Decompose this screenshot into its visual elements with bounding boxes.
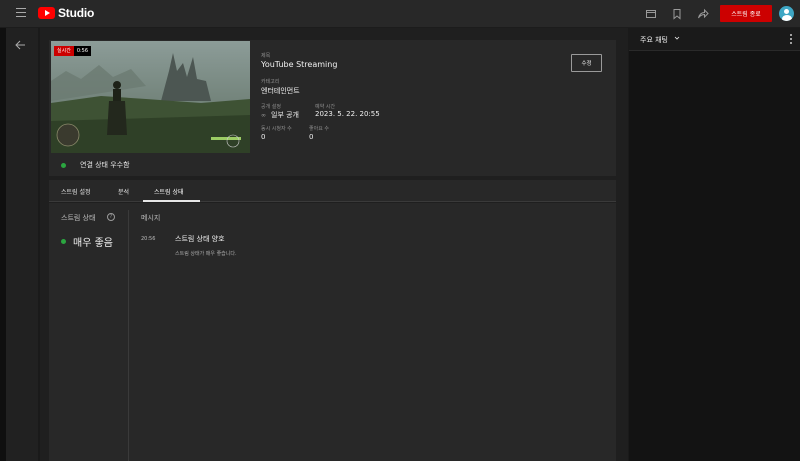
video-title: YouTube Streaming [261,60,338,69]
chat-mode-dropdown[interactable]: 주요 채팅 [640,35,668,45]
connection-status: 연결 상태 우수함 [61,160,130,170]
stream-health-label: 스트림 상태 [61,214,96,222]
chat-panel [629,28,800,461]
left-rail [6,28,39,461]
live-label: 실시간 [54,46,74,56]
link-icon: ∞ [261,111,266,119]
tab-bar [49,180,616,202]
youtube-logo-icon [38,7,55,19]
health-value: 매우 좋음 [73,238,113,249]
concurrent-viewers-label: 동시 시청자 수 [261,126,292,132]
likes-value: 0 [309,133,314,141]
stream-health-panel [49,203,616,461]
live-badge: 실시간 0:56 [54,46,92,56]
bookmark-icon[interactable] [671,8,683,20]
tab-stream-health[interactable]: 스트림 상태 [154,187,184,196]
edit-button[interactable]: 수정 [571,54,602,72]
status-dot-icon [61,162,66,168]
tab-analytics[interactable]: 분석 [118,187,129,196]
category-label: 카테고리 [261,79,280,85]
likes-label: 좋아요 수 [309,126,329,132]
concurrent-viewers-value: 0 [261,133,266,141]
scheduled-label: 예약 시간 [315,104,335,110]
visibility-label: 공개 설정 [261,104,281,110]
brand-text: Studio [58,6,95,20]
message-time: 20:56 [141,236,156,242]
more-options-icon[interactable] [789,34,793,44]
scheduled-value: 2023. 5. 22. 20:55 [315,110,380,118]
share-icon[interactable] [697,8,709,20]
help-icon[interactable]: ? [107,213,115,221]
column-divider [128,210,129,461]
window-icon[interactable] [645,8,657,20]
video-category: 엔터테인먼트 [261,87,300,95]
health-status: 매우 좋음 [61,234,113,249]
health-dot-icon [61,239,66,244]
message-title: 스트림 상태 양호 [175,235,225,243]
message-body: 스트림 상태가 매우 좋습니다. [175,251,237,257]
visibility-row: ∞ 일부 공개 [261,110,299,120]
active-tab-indicator [143,200,200,202]
video-preview[interactable] [51,41,250,153]
back-arrow-icon[interactable] [14,39,26,51]
title-label: 제목 [261,53,271,59]
live-time: 0:56 [73,46,92,56]
end-stream-button[interactable]: 스트림 종료 [720,5,772,22]
avatar[interactable] [779,6,794,21]
messages-label: 메시지 [141,214,161,222]
chevron-down-icon[interactable] [674,35,680,43]
tab-stream-settings[interactable]: 스트림 설정 [61,187,91,196]
studio-logo[interactable]: Studio [38,6,94,20]
visibility-value: 일부 공개 [271,111,299,119]
menu-icon[interactable] [16,8,26,18]
connection-status-text: 연결 상태 우수함 [80,161,130,169]
